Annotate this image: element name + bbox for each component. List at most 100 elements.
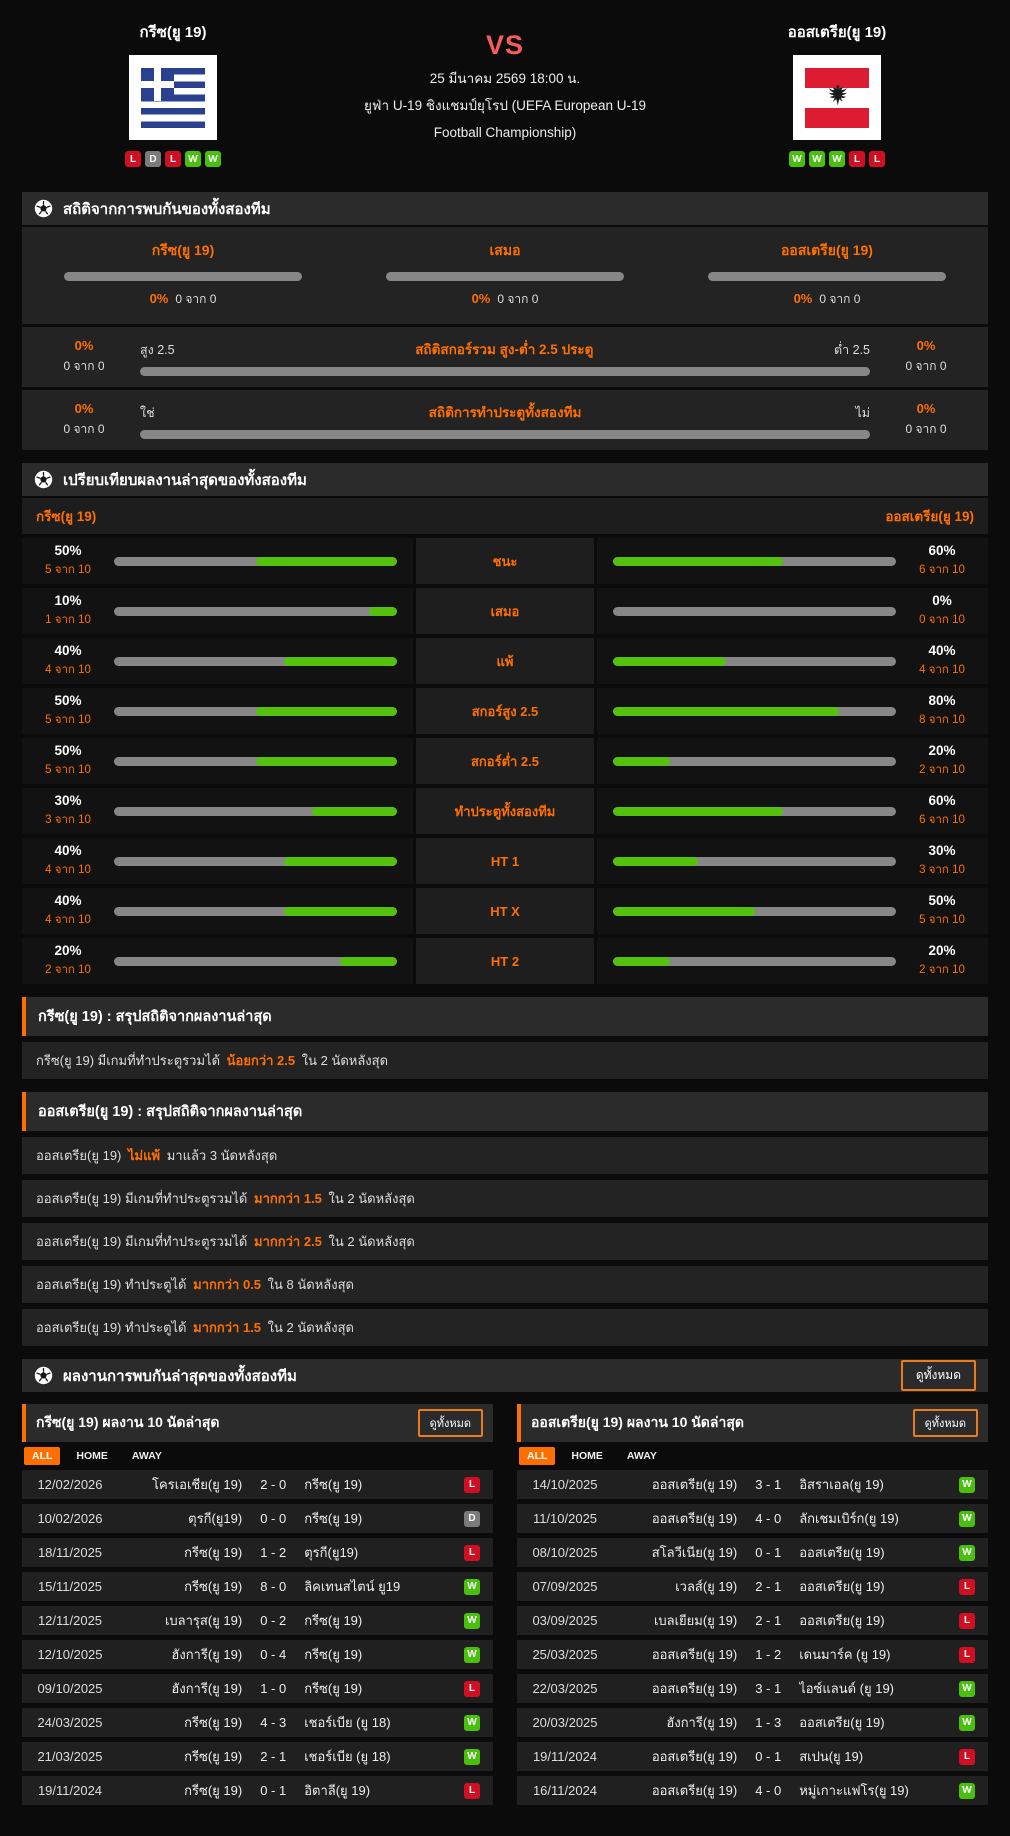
match-score: 0 - 4 [260,1647,287,1662]
match-date: 03/09/2025 [532,1613,598,1628]
away-percent: 50% [928,893,956,908]
match-score: 2 - 1 [755,1613,782,1628]
match-away-team: ไอซ์แลนด์ (ยู 19) [799,1681,895,1696]
h2h-home-count: 0 จาก 0 [175,292,217,306]
match-score: 1 - 2 [260,1545,287,1560]
match-date: 11/10/2025 [532,1511,598,1526]
match-away-team: เดนมาร์ค (ยู 19) [799,1647,891,1662]
stat-label: HT 2 [416,938,594,984]
match-row: 22/03/2025 ออสเตรีย(ยู 19) 3 - 1 ไอซ์แลนด์ … [517,1674,988,1703]
h2h-draw-bar [386,272,624,281]
result-badge: W [959,1544,975,1561]
comparison-row-over25: 50% 5 จาก 10 สกอร์สูง 2.5 80% 8 จาก 10 [22,688,988,734]
match-home-team: ออสเตรีย(ยู 19) [651,1511,738,1526]
away-summary-header: ออสเตรีย(ยู 19) : สรุปสถิติจากผลงานล่าสุ… [22,1092,988,1131]
tab-all[interactable]: ALL [519,1447,556,1465]
tab-away[interactable]: AWAY [619,1447,665,1465]
match-away-team: สเปน(ยู 19) [799,1749,864,1764]
home-percent: 50% [54,693,82,708]
stat-label: สกอร์สูง 2.5 [416,688,594,734]
stat-label: สกอร์ต่ำ 2.5 [416,738,594,784]
comparison-row-htx: 40% 4 จาก 10 HT X 50% 5 จาก 10 [22,888,988,934]
view-all-button[interactable]: ดูทั้งหมด [912,1409,978,1437]
tab-away[interactable]: AWAY [124,1447,170,1465]
away-form-badges: W W W L L [789,151,885,167]
home-percent: 50% [54,543,82,558]
match-date: 12/02/2026 [37,1477,103,1492]
home-bar [114,906,397,916]
ou-right-percent: 0% [916,338,936,353]
match-away-team: ออสเตรีย(ยู 19) [799,1579,885,1594]
match-home-team: เวลส์(ยู 19) [675,1579,738,1594]
summary-row: ออสเตรีย(ยู 19) มีเกมที่ทำประตูรวมได้ มา… [22,1223,988,1260]
no-label: ไม่ [855,406,870,420]
match-date: 09/10/2025 [37,1681,103,1696]
match-row: 24/03/2025 กรีซ(ยู 19) 4 - 3 เชอร์เบีย (ยู … [22,1708,493,1737]
h2h-away-label: ออสเตรีย(ยู 19) [781,242,873,258]
stat-label: แพ้ [416,638,594,684]
match-row: 08/10/2025 สโลวีเนีย(ยู 19) 0 - 1 ออสเตรีย(… [517,1538,988,1567]
comparison-team-labels: กรีซ(ยู 19) ออสเตรีย(ยู 19) [22,496,988,534]
away-team-block: ออสเตรีย(ยู 19) W W W L L [722,14,952,167]
section-title: ผลงานการพบกันล่าสุดของทั้งสองทีม [63,1367,297,1385]
away-percent: 0% [932,593,952,608]
match-score: 2 - 1 [260,1749,287,1764]
match-row: 03/09/2025 เบลเยียม(ยู 19) 2 - 1 ออสเตรีย(ย… [517,1606,988,1635]
tab-home[interactable]: HOME [68,1447,116,1465]
summary-row: ออสเตรีย(ยู 19) ไม่แพ้ มาแล้ว 3 นัดหลังส… [22,1137,988,1174]
recent-meetings-header: ผลงานการพบกันล่าสุดของทั้งสองทีม ดูทั้งห… [22,1359,988,1392]
match-date: 19/11/2024 [37,1783,103,1798]
comparison-row-ht1: 40% 4 จาก 10 HT 1 30% 3 จาก 10 [22,838,988,884]
match-date: 18/11/2025 [37,1545,103,1560]
home-percent: 20% [54,943,82,958]
away-count: 6 จาก 10 [919,564,965,576]
away-team-name: ออสเตรีย(ยู 19) [787,24,887,41]
recent-form-tables: กรีซ(ยู 19) ผลงาน 10 นัดล่าสุด ดูทั้งหมด… [22,1404,988,1810]
match-home-team: ตุรกี(ยู19) [188,1511,243,1526]
home-form-badges: L D L W W [125,151,221,167]
match-row: 16/11/2024 ออสเตรีย(ยู 19) 4 - 0 หมู่เกาะแฟ… [517,1776,988,1805]
away-percent: 80% [928,693,956,708]
match-score: 1 - 2 [755,1647,782,1662]
head-to-head-header: สถิติจากการพบกันของทั้งสองทีม [22,192,988,225]
away-table-header: ออสเตรีย(ยู 19) ผลงาน 10 นัดล่าสุด ดูทั้… [517,1404,988,1442]
home-count: 4 จาก 10 [45,864,91,876]
tab-all[interactable]: ALL [24,1447,61,1465]
form-badge: W [809,151,825,167]
match-home-team: ฮังการี(ยู 19) [171,1647,243,1662]
home-count: 1 จาก 10 [45,614,91,626]
summary-highlight: มากกว่า 2.5 [254,1234,322,1249]
result-badge: L [959,1748,975,1765]
match-home-team: สโลวีเนีย(ยู 19) [651,1545,738,1560]
home-count: 4 จาก 10 [45,914,91,926]
tab-home[interactable]: HOME [563,1447,611,1465]
home-bar [114,756,397,766]
match-date: 12/10/2025 [37,1647,103,1662]
away-percent: 20% [928,943,956,958]
home-count: 5 จาก 10 [45,564,91,576]
away-bar [613,606,896,616]
match-home-team: เบลเยียม(ยู 19) [653,1613,738,1628]
match-away-team: ออสเตรีย(ยู 19) [799,1613,885,1628]
summary-text: ออสเตรีย(ยู 19) ทำประตูได้ [36,1277,187,1292]
ou-right-count: 0 จาก 0 [905,359,947,373]
h2h-draw-col: เสมอ 0% 0 จาก 0 [344,240,666,309]
match-score: 1 - 0 [260,1681,287,1696]
section-title: สถิติจากการพบกันของทั้งสองทีม [63,200,271,218]
match-away-team: หมู่เกาะแฟโร(ยู 19) [799,1783,909,1798]
match-away-team: ลักเชมเบิร์ก(ยู 19) [799,1511,899,1526]
view-all-button[interactable]: ดูทั้งหมด [900,1360,976,1391]
h2h-draw-percent: 0% [471,291,491,306]
match-date: 16/11/2024 [532,1783,598,1798]
result-badge: L [959,1646,975,1663]
h2h-home-label: กรีซ(ยู 19) [151,242,215,258]
result-badge: W [959,1714,975,1731]
summary-text: ใน 8 นัดหลังสุด [267,1277,354,1292]
match-home-team: กรีซ(ยู 19) [184,1579,243,1594]
match-score: 3 - 1 [755,1681,782,1696]
view-all-button[interactable]: ดูทั้งหมด [417,1409,483,1437]
away-bar [613,806,896,816]
result-badge: L [959,1578,975,1595]
away-count: 2 จาก 10 [919,964,965,976]
away-bar [613,906,896,916]
